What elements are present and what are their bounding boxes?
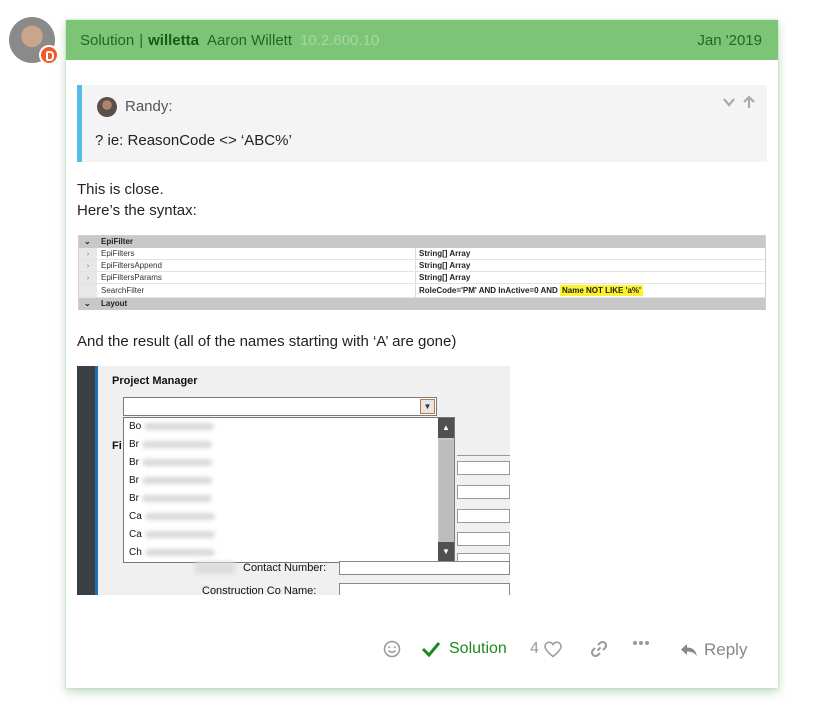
full-name: Aaron Willett	[206, 31, 293, 49]
flair-badge-icon	[39, 45, 59, 65]
list-item: Ca	[129, 526, 215, 544]
reply-button[interactable]: Reply	[680, 640, 747, 660]
grid-row: › EpiFilters String[] Array	[79, 248, 765, 260]
body-line: And the result (all of the names startin…	[77, 333, 457, 350]
list-item: Br	[129, 454, 212, 472]
dropdown-screenshot[interactable]: Project Manager ▼ Fi Bo Br Br Br Br Ca C…	[77, 366, 510, 595]
body-line: Here’s the syntax:	[77, 202, 197, 219]
grid-section: ⌄ EpiFilter	[79, 236, 765, 248]
grid-row: SearchFilter RoleCode='PM' AND InActive=…	[79, 284, 765, 298]
solution-label: Solution	[449, 640, 507, 657]
project-manager-combo: ▼	[123, 397, 437, 416]
grid-section: ⌄ Layout	[79, 298, 765, 310]
reply-label: Reply	[704, 640, 748, 659]
checkmark-icon	[421, 642, 441, 658]
react-emoji-icon[interactable]	[383, 640, 401, 658]
list-item: Br	[129, 490, 212, 508]
like-button[interactable]: 4	[530, 640, 562, 658]
quote-block: Randy: ? ie: ReasonCode <> ‘ABC%’	[77, 85, 767, 162]
project-manager-label: Project Manager	[112, 375, 198, 387]
body-line: This is close.	[77, 181, 164, 198]
list-item: Ca	[129, 508, 215, 526]
dropdown-arrow-icon: ▼	[420, 399, 435, 414]
list-item: Bo	[129, 418, 215, 436]
construction-co-label: Construction Co Name:	[202, 585, 317, 595]
quote-author: Randy:	[125, 98, 173, 115]
solution-button[interactable]: Solution	[421, 640, 507, 658]
post-header: Solution | willetta Aaron Willett 10.2.6…	[66, 20, 778, 60]
property-grid-screenshot[interactable]: ⌄ EpiFilter › EpiFilters String[] Array › E…	[78, 235, 766, 310]
scroll-down-icon: ▼	[438, 542, 454, 562]
more-options-icon[interactable]	[632, 640, 650, 646]
quote-text: ? ie: ReasonCode <> ‘ABC%’	[95, 132, 292, 149]
like-count: 4	[530, 640, 539, 657]
chevron-down-icon[interactable]	[722, 95, 736, 113]
user-avatar[interactable]	[9, 17, 59, 65]
grid-row: › EpiFiltersAppend String[] Array	[79, 260, 765, 272]
quote-avatar	[97, 97, 117, 117]
link-icon[interactable]	[590, 640, 608, 658]
header-separator: |	[139, 31, 144, 49]
highlighted-filter: Name NOT LIKE 'a%'	[560, 285, 643, 296]
list-item: Ch	[129, 544, 215, 562]
list-item: Br	[129, 436, 212, 454]
username-link[interactable]: willetta	[148, 32, 199, 49]
arrow-up-icon[interactable]	[742, 95, 756, 114]
contact-number-label: Contact Number:	[243, 562, 327, 574]
fi-label: Fi	[112, 440, 122, 452]
grid-row: › EpiFiltersParams String[] Array	[79, 272, 765, 284]
contact-number-field	[339, 561, 510, 575]
construction-co-field	[339, 583, 510, 595]
scroll-up-icon: ▲	[438, 418, 454, 438]
solution-tag: Solution	[80, 31, 135, 49]
list-scrollbar: ▲ ▼	[438, 418, 454, 562]
dropdown-list: Bo Br Br Br Br Ca Ca Ch ▲ ▼	[123, 417, 455, 563]
reply-arrow-icon	[681, 644, 697, 656]
user-title: 10.2.600.10	[300, 31, 380, 49]
heart-icon	[544, 640, 562, 657]
post: Solution | willetta Aaron Willett 10.2.6…	[66, 20, 778, 688]
list-item: Br	[129, 472, 212, 490]
post-date[interactable]: Jan '2019	[697, 32, 762, 49]
